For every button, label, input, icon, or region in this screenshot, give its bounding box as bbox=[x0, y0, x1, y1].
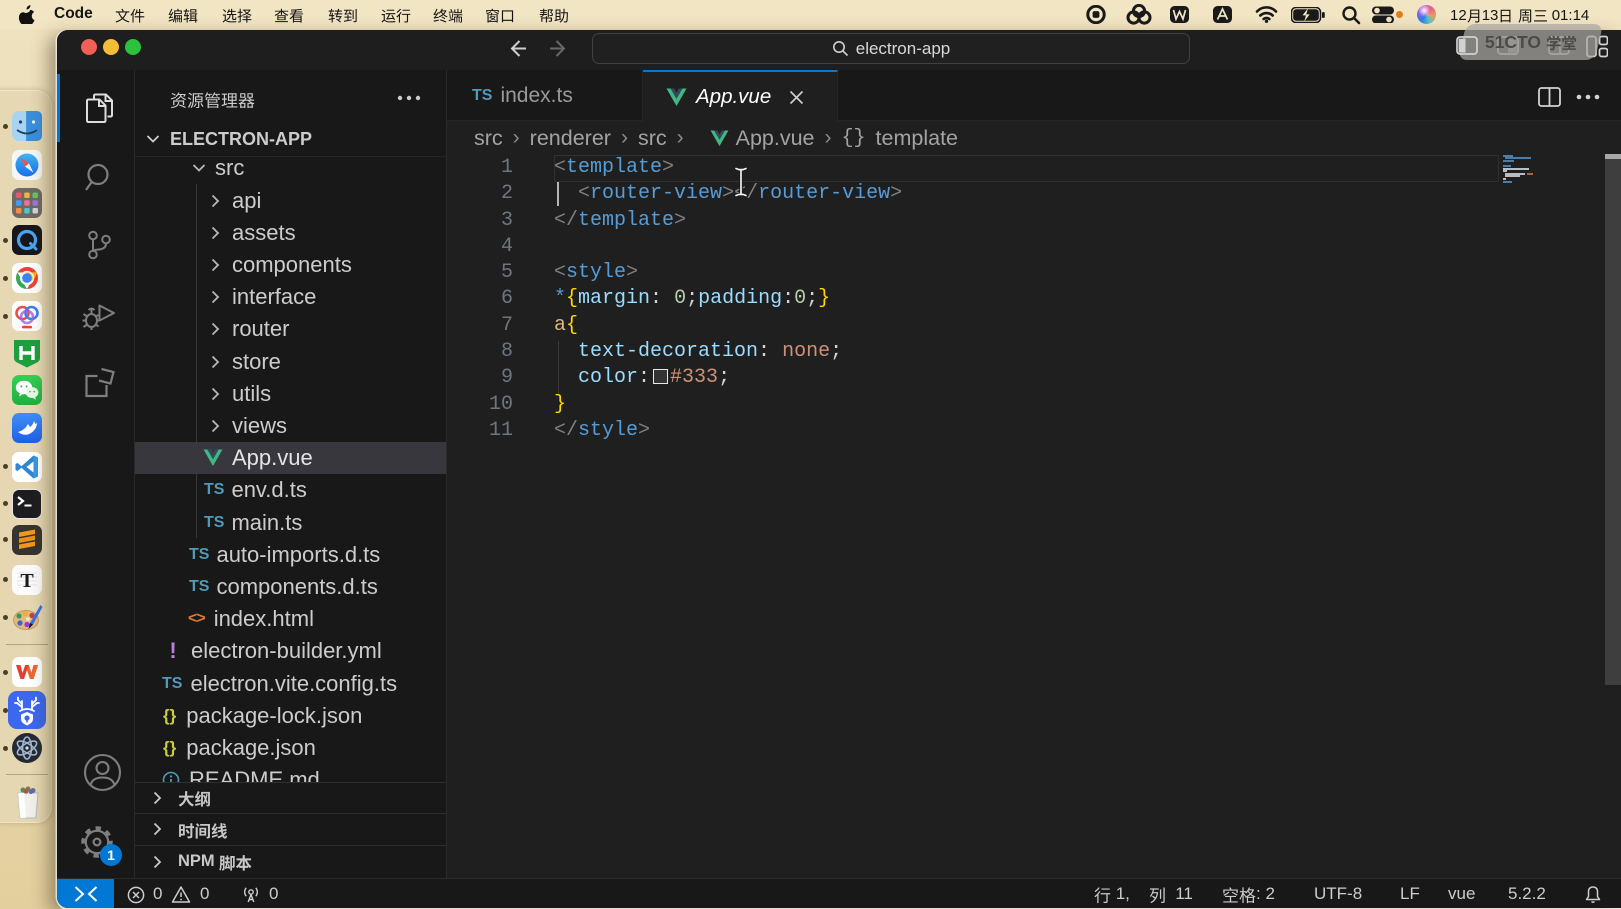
svg-text:T: T bbox=[20, 570, 34, 592]
